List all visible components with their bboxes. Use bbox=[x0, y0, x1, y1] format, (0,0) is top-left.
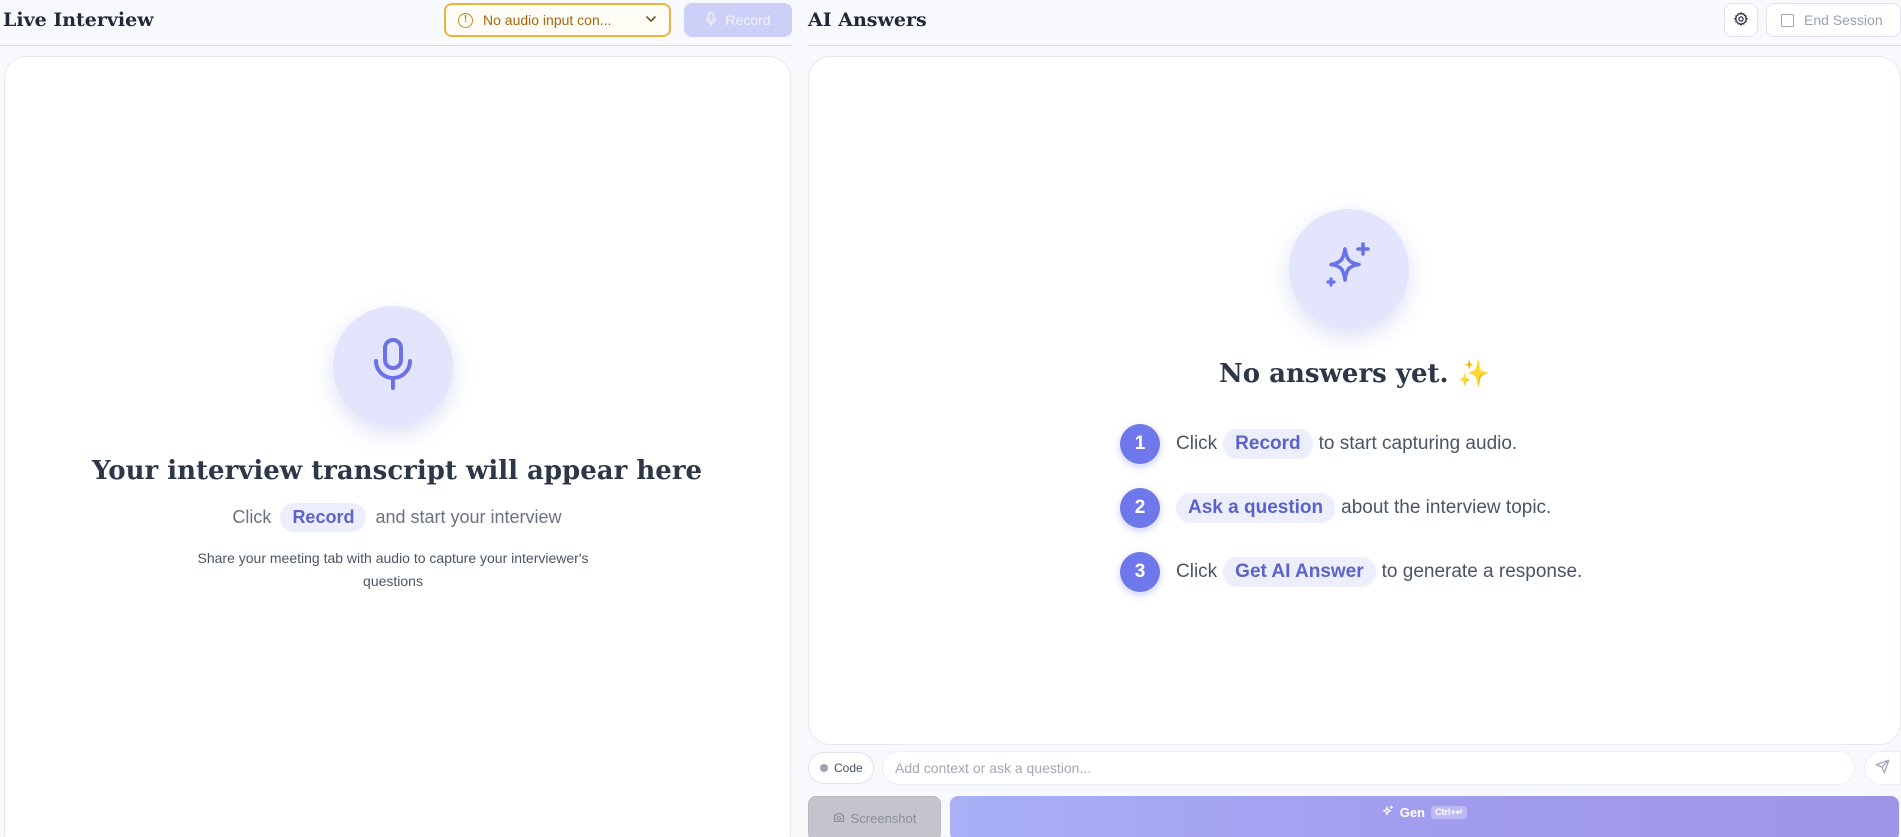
mic-icon-badge bbox=[333, 306, 453, 426]
transcript-card bbox=[4, 56, 791, 837]
context-question-input[interactable] bbox=[882, 751, 1855, 785]
step-pill: Ask a question bbox=[1176, 493, 1336, 523]
sparkles-emoji: ✨ bbox=[1457, 359, 1490, 389]
click-suffix: and start your interview bbox=[375, 507, 562, 527]
record-button[interactable]: Record bbox=[684, 3, 792, 37]
gear-icon bbox=[1733, 11, 1749, 30]
instruction-step: 1 Click Record to start capturing audio. bbox=[1120, 424, 1517, 464]
end-session-label: End Session bbox=[1804, 12, 1883, 28]
step-number: 2 bbox=[1120, 488, 1160, 528]
record-pill: Record bbox=[280, 503, 367, 532]
instruction-step: 3 Click Get AI Answer to generate a resp… bbox=[1120, 552, 1582, 592]
code-toggle-label: Code bbox=[834, 761, 863, 775]
click-prefix: Click bbox=[232, 507, 272, 527]
step-prefix: Click bbox=[1176, 561, 1218, 582]
toggle-dot-icon bbox=[820, 764, 828, 772]
chevron-down-icon bbox=[645, 13, 657, 28]
step-suffix: to generate a response. bbox=[1381, 561, 1583, 582]
record-button-label: Record bbox=[725, 12, 771, 28]
transcript-empty-heading: Your interview transcript will appear he… bbox=[91, 456, 703, 486]
keyboard-shortcut-badge: Ctrl+↵ bbox=[1431, 806, 1468, 819]
step-pill: Record bbox=[1223, 429, 1313, 459]
settings-button[interactable] bbox=[1724, 3, 1758, 37]
sparkles-icon-badge bbox=[1289, 209, 1409, 329]
share-tab-hint: Share your meeting tab with audio to cap… bbox=[197, 550, 589, 589]
answers-card bbox=[808, 56, 1901, 745]
audio-input-select[interactable]: ! No audio input con... bbox=[444, 3, 671, 37]
send-icon bbox=[1875, 759, 1890, 777]
answers-empty-heading-text: No answers yet. bbox=[1218, 359, 1449, 389]
mic-icon bbox=[705, 11, 717, 29]
gen-label: Gen bbox=[1399, 805, 1425, 820]
sparkles-icon bbox=[1382, 805, 1394, 820]
step-number: 1 bbox=[1120, 424, 1160, 464]
step-prefix: Click bbox=[1176, 433, 1218, 454]
warning-circle-icon: ! bbox=[458, 12, 473, 28]
end-session-button[interactable]: End Session bbox=[1766, 3, 1901, 37]
answers-empty-heading: No answers yet. ✨ bbox=[808, 359, 1901, 389]
camera-icon bbox=[833, 811, 845, 826]
screenshot-label: Screenshot bbox=[850, 811, 917, 826]
transcript-empty-instruction: Click Record and start your interview bbox=[4, 503, 790, 532]
step-suffix: to start capturing audio. bbox=[1318, 433, 1518, 454]
sparkles-icon bbox=[1321, 239, 1377, 300]
audio-input-value: No audio input con... bbox=[483, 12, 612, 28]
step-number: 3 bbox=[1120, 552, 1160, 592]
mic-icon bbox=[371, 337, 415, 396]
step-suffix: about the interview topic. bbox=[1341, 497, 1552, 518]
code-mode-toggle[interactable]: Code bbox=[808, 752, 874, 784]
generate-answer-button[interactable]: Gen Ctrl+↵ bbox=[950, 796, 1899, 837]
instruction-step: 2 Ask a question about the interview top… bbox=[1120, 488, 1551, 528]
send-button[interactable] bbox=[1864, 751, 1901, 785]
stop-square-icon bbox=[1781, 13, 1794, 27]
step-pill: Get AI Answer bbox=[1223, 557, 1376, 587]
ai-answers-title: AI Answers bbox=[808, 9, 927, 31]
live-interview-title: Live Interview bbox=[3, 9, 154, 31]
screenshot-button[interactable]: Screenshot bbox=[808, 796, 941, 837]
